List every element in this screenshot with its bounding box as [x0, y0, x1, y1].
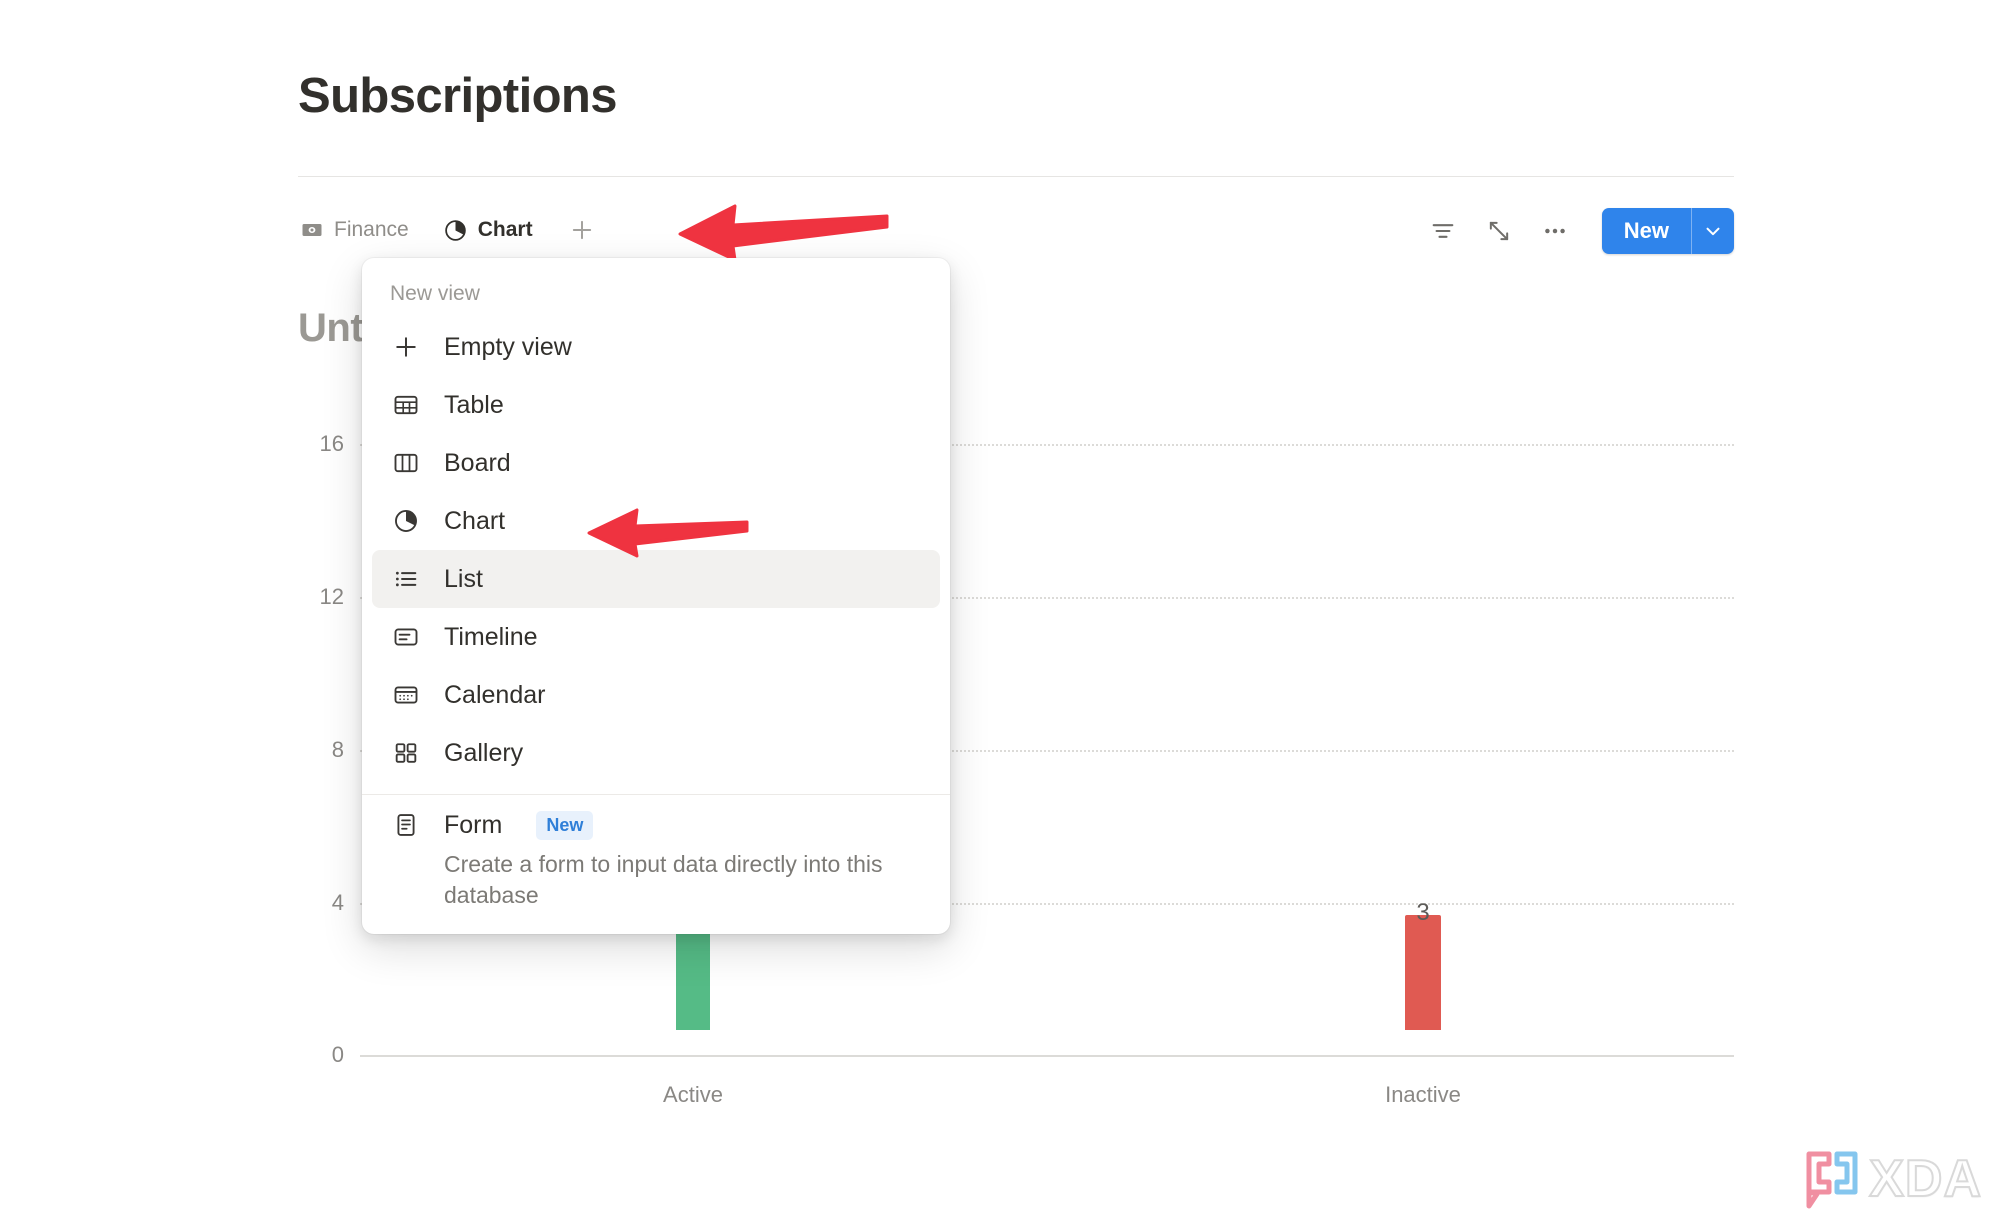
view-tabbar: Finance Chart — [298, 208, 599, 252]
menu-item-label: Table — [444, 391, 504, 420]
filter-icon — [1429, 217, 1457, 245]
y-tick-0: 0 — [274, 1042, 344, 1068]
form-label: Form — [444, 811, 502, 840]
chevron-down-icon — [1702, 220, 1724, 242]
xda-logo-icon — [1803, 1148, 1861, 1210]
tab-chart[interactable]: Chart — [441, 210, 543, 250]
menu-divider — [362, 794, 950, 795]
menu-header: New view — [362, 266, 950, 318]
x-axis-line — [360, 1055, 1734, 1057]
menu-item-label: Board — [444, 449, 511, 478]
y-tick-16: 16 — [274, 431, 344, 457]
menu-item-table[interactable]: Table — [372, 376, 940, 434]
form-new-badge: New — [536, 811, 593, 840]
menu-item-empty-view[interactable]: Empty view — [372, 318, 940, 376]
new-button-group: New — [1602, 208, 1734, 254]
pie-chart-icon — [390, 505, 422, 537]
form-row: Form New — [390, 809, 922, 841]
x-tick-active: Active — [663, 1082, 723, 1108]
filter-button[interactable] — [1426, 214, 1460, 248]
app-root: Subscriptions Finance Chart — [0, 0, 2006, 1232]
y-tick-8: 8 — [274, 737, 344, 763]
menu-item-label: Gallery — [444, 739, 523, 768]
menu-item-board[interactable]: Board — [372, 434, 940, 492]
title-divider — [298, 176, 1734, 177]
xda-watermark: XDA — [1803, 1148, 1982, 1210]
list-icon — [390, 563, 422, 595]
expand-icon — [1485, 217, 1513, 245]
timeline-icon — [390, 621, 422, 653]
menu-item-label: Chart — [444, 507, 505, 536]
form-description: Create a form to input data directly int… — [444, 849, 914, 910]
gallery-icon — [390, 737, 422, 769]
annotation-arrow-add-view — [675, 198, 890, 263]
menu-item-label: Calendar — [444, 681, 545, 710]
board-icon — [390, 447, 422, 479]
bar-value-inactive: 3 — [1416, 899, 1429, 927]
form-icon — [390, 809, 422, 841]
xda-watermark-text: XDA — [1869, 1149, 1982, 1209]
new-dropdown-button[interactable] — [1692, 208, 1734, 254]
plus-icon — [390, 331, 422, 363]
y-tick-4: 4 — [274, 890, 344, 916]
tab-finance[interactable]: Finance — [298, 210, 419, 250]
y-tick-12: 12 — [274, 584, 344, 610]
calendar-icon — [390, 679, 422, 711]
menu-item-timeline[interactable]: Timeline — [372, 608, 940, 666]
plus-icon — [568, 216, 596, 244]
menu-item-chart[interactable]: Chart — [372, 492, 940, 550]
menu-item-gallery[interactable]: Gallery — [372, 724, 940, 782]
add-view-button[interactable] — [565, 213, 599, 247]
page-title: Subscriptions — [298, 68, 617, 124]
view-toolbar: New — [1426, 208, 1734, 254]
new-button[interactable]: New — [1602, 208, 1691, 254]
more-options-button[interactable] — [1538, 214, 1572, 248]
more-horizontal-icon — [1541, 217, 1569, 245]
pie-chart-icon — [443, 218, 468, 243]
menu-item-list: Empty view Table Board — [362, 318, 950, 788]
menu-item-label: Empty view — [444, 333, 572, 362]
money-icon — [300, 218, 324, 242]
tab-chart-label: Chart — [478, 218, 533, 242]
menu-item-label: Timeline — [444, 623, 538, 652]
new-button-label: New — [1624, 218, 1669, 244]
menu-item-list[interactable]: List — [372, 550, 940, 608]
menu-item-calendar[interactable]: Calendar — [372, 666, 940, 724]
table-icon — [390, 389, 422, 421]
menu-item-form[interactable]: Form New Create a form to input data dir… — [362, 799, 950, 934]
new-view-menu: New view Empty view Table — [362, 258, 950, 934]
tab-finance-label: Finance — [334, 218, 409, 242]
x-tick-inactive: Inactive — [1385, 1082, 1461, 1108]
bar-inactive[interactable] — [1405, 915, 1441, 1030]
expand-button[interactable] — [1482, 214, 1516, 248]
menu-item-label: List — [444, 565, 483, 594]
